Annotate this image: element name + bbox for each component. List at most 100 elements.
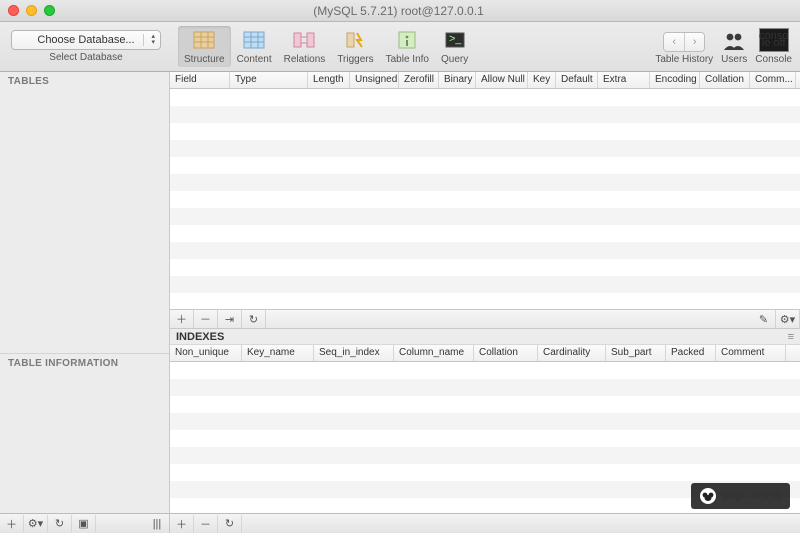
main: TABLES TABLE INFORMATION FieldTypeLength… — [0, 72, 800, 513]
refresh-indexes-button[interactable]: ↻ — [218, 515, 242, 533]
indexes-header: INDEXES ≡ — [170, 329, 800, 345]
toggle-panel-button[interactable]: ▣ — [72, 515, 96, 533]
column-header[interactable]: Column_name — [394, 345, 474, 361]
menu-icon[interactable]: ≡ — [788, 331, 794, 343]
query-icon: >_ — [442, 28, 468, 52]
add-field-button[interactable]: ＋ — [170, 310, 194, 328]
window-controls — [8, 5, 55, 16]
tab-structure-label: Structure — [184, 54, 225, 65]
sidebar: TABLES TABLE INFORMATION — [0, 72, 170, 513]
chevron-updown-icon: ▴▾ — [151, 34, 155, 46]
history-arrows[interactable]: ‹ › — [663, 32, 705, 52]
column-header[interactable]: Encoding — [650, 72, 700, 88]
table-info-panel — [0, 373, 169, 513]
fields-header: FieldTypeLengthUnsignedZerofillBinaryAll… — [170, 72, 800, 89]
minimize-icon[interactable] — [26, 5, 37, 16]
content-icon — [241, 28, 267, 52]
column-header[interactable]: Allow Null — [476, 72, 528, 88]
refresh-fields-button[interactable]: ↻ — [242, 310, 266, 328]
watermark-brand: php — [723, 490, 743, 502]
edit-icon[interactable]: ✎ — [752, 310, 776, 328]
column-header[interactable]: Non_unique — [170, 345, 242, 361]
sidebar-bottom: ＋ ⚙▾ ↻ ▣ ||| — [0, 514, 170, 533]
tab-content-label: Content — [237, 54, 272, 65]
watermark: php 中文网 — [691, 483, 790, 509]
users-label: Users — [721, 54, 747, 65]
tables-list[interactable] — [0, 91, 169, 353]
column-header[interactable]: Collation — [700, 72, 750, 88]
column-header[interactable]: Packed — [666, 345, 716, 361]
add-index-button[interactable]: ＋ — [170, 515, 194, 533]
watermark-cn: 中文网 — [749, 488, 782, 504]
database-combo[interactable]: Choose Database... ▴▾ — [11, 30, 161, 50]
columns-icon[interactable]: ||| — [145, 515, 169, 533]
console-button[interactable]: console off Console — [755, 28, 792, 65]
tab-structure[interactable]: Structure — [178, 26, 231, 67]
bottom-bar: ＋ ⚙▾ ↻ ▣ ||| ＋ － ↻ — [0, 513, 800, 533]
triggers-icon — [342, 28, 368, 52]
toolbar: Choose Database... ▴▾ Select Database St… — [0, 22, 800, 72]
column-header[interactable]: Comment — [716, 345, 786, 361]
close-icon[interactable] — [8, 5, 19, 16]
users-icon — [721, 30, 747, 52]
fields-toolbar: ＋ － ⇥ ↻ ✎ ⚙▾ — [170, 309, 800, 329]
column-header[interactable]: Binary — [439, 72, 476, 88]
forward-icon[interactable]: › — [684, 33, 704, 51]
add-table-button[interactable]: ＋ — [0, 515, 24, 533]
column-header[interactable]: Key — [528, 72, 556, 88]
right-toolbar: ‹ › Table History Users console off Cons… — [655, 28, 800, 65]
remove-index-button[interactable]: － — [194, 515, 218, 533]
sidebar-gear-menu[interactable]: ⚙▾ — [24, 515, 48, 533]
relations-icon — [291, 28, 317, 52]
structure-icon — [191, 28, 217, 52]
window-title: (MySQL 5.7.21) root@127.0.0.1 — [55, 4, 742, 18]
tab-relations[interactable]: Relations — [278, 26, 332, 67]
column-header[interactable]: Extra — [598, 72, 650, 88]
column-header[interactable]: Collation — [474, 345, 538, 361]
column-header[interactable]: Default — [556, 72, 598, 88]
remove-field-button[interactable]: － — [194, 310, 218, 328]
column-header[interactable]: Cardinality — [538, 345, 606, 361]
tableinfo-icon — [394, 28, 420, 52]
tab-triggers-label: Triggers — [337, 54, 373, 65]
column-header[interactable]: Type — [230, 72, 308, 88]
column-header[interactable]: Seq_in_index — [314, 345, 394, 361]
fields-gear-menu[interactable]: ⚙▾ — [776, 310, 800, 328]
tab-query[interactable]: >_ Query — [435, 26, 474, 67]
zoom-icon[interactable] — [44, 5, 55, 16]
tab-tableinfo[interactable]: Table Info — [380, 26, 435, 67]
tab-tableinfo-label: Table Info — [386, 54, 429, 65]
refresh-tables-button[interactable]: ↻ — [48, 515, 72, 533]
sidebar-tableinfo-header: TABLE INFORMATION — [0, 353, 169, 373]
column-header[interactable]: Zerofill — [399, 72, 439, 88]
column-header[interactable]: Length — [308, 72, 350, 88]
tab-content[interactable]: Content — [231, 26, 278, 67]
content-area: FieldTypeLengthUnsignedZerofillBinaryAll… — [170, 72, 800, 513]
titlebar: (MySQL 5.7.21) root@127.0.0.1 — [0, 0, 800, 22]
database-sublabel: Select Database — [49, 52, 122, 63]
duplicate-field-button[interactable]: ⇥ — [218, 310, 242, 328]
indexes-columns-header: Non_uniqueKey_nameSeq_in_indexColumn_nam… — [170, 345, 800, 362]
database-combo-label: Choose Database... — [37, 34, 134, 46]
console-icon: console off — [759, 28, 789, 52]
svg-text:>_: >_ — [449, 33, 462, 45]
console-label: Console — [755, 54, 792, 65]
column-header[interactable]: Unsigned — [350, 72, 399, 88]
elephant-icon — [699, 487, 717, 505]
fields-grid[interactable] — [170, 89, 800, 309]
column-header[interactable]: Field — [170, 72, 230, 88]
column-header[interactable]: Comm... — [750, 72, 796, 88]
table-history[interactable]: ‹ › Table History — [655, 32, 713, 65]
back-icon[interactable]: ‹ — [664, 33, 684, 51]
tab-triggers[interactable]: Triggers — [331, 26, 379, 67]
view-tabs: Structure Content Relations Triggers Tab… — [178, 26, 474, 67]
users-button[interactable]: Users — [721, 30, 747, 65]
tab-relations-label: Relations — [284, 54, 326, 65]
table-history-label: Table History — [655, 54, 713, 65]
database-selector: Choose Database... ▴▾ Select Database — [6, 30, 166, 63]
column-header[interactable]: Sub_part — [606, 345, 666, 361]
sidebar-tables-header: TABLES — [0, 72, 169, 91]
indexes-bottom: ＋ － ↻ — [170, 514, 242, 533]
tab-query-label: Query — [441, 54, 468, 65]
column-header[interactable]: Key_name — [242, 345, 314, 361]
